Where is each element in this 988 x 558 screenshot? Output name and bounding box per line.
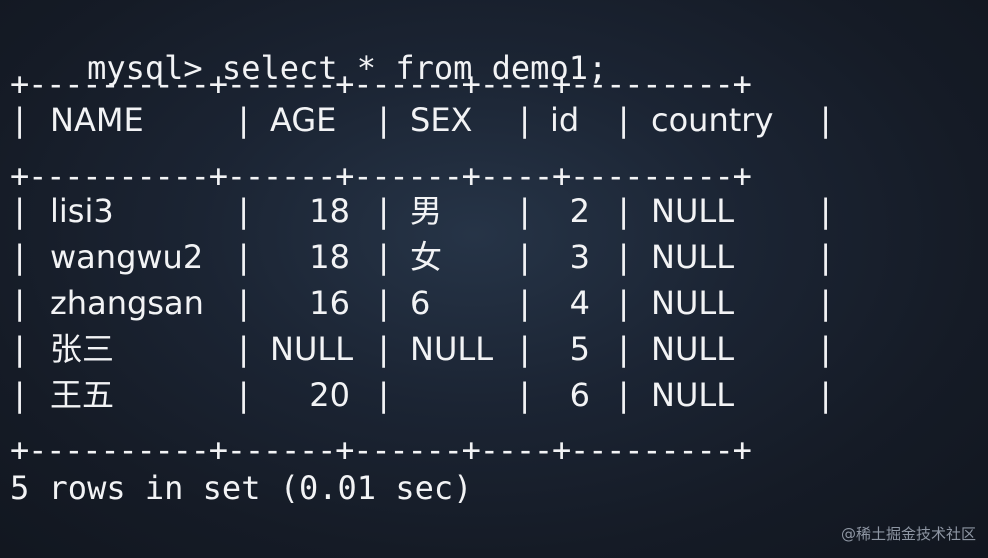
column-separator: | (816, 284, 836, 322)
cell-name: 王五 (50, 376, 115, 414)
cell-country: NULL (651, 330, 735, 368)
column-separator: | (10, 376, 30, 414)
cell-country: NULL (651, 284, 735, 322)
table-row: | 王五 | 20 | | 6 | NULL | (10, 375, 870, 415)
column-separator: | (614, 238, 634, 276)
column-separator: | (816, 330, 836, 368)
cell-age: 18 (309, 192, 350, 230)
column-separator: | (614, 101, 634, 139)
cell-name: wangwu2 (50, 238, 204, 276)
cell-country: NULL (651, 192, 735, 230)
result-summary: 5 rows in set (0.01 sec) (10, 469, 473, 507)
column-separator: | (816, 238, 836, 276)
column-separator: | (816, 192, 836, 230)
column-separator: | (234, 101, 254, 139)
column-separator: | (234, 376, 254, 414)
column-separator: | (515, 284, 535, 322)
cell-sex: 6 (410, 284, 431, 322)
header-sex: SEX (410, 101, 473, 139)
cell-id: 4 (569, 284, 590, 322)
cell-name: 张三 (50, 330, 115, 368)
column-separator: | (234, 330, 254, 368)
cell-sex: NULL (410, 330, 494, 368)
column-separator: | (374, 192, 394, 230)
cell-id: 3 (569, 238, 590, 276)
cell-id: 6 (569, 376, 590, 414)
column-separator: | (816, 376, 836, 414)
column-separator: | (614, 376, 634, 414)
header-age: AGE (270, 101, 337, 139)
table-row: | zhangsan | 16 | 6 | 4 | NULL | (10, 283, 870, 323)
cell-age: 20 (309, 376, 350, 414)
header-name: NAME (50, 101, 144, 139)
column-separator: | (10, 192, 30, 230)
column-separator: | (515, 238, 535, 276)
column-separator: | (515, 330, 535, 368)
column-separator: | (614, 192, 634, 230)
table-row: | wangwu2 | 18 | 女 | 3 | NULL | (10, 237, 870, 277)
command-line: mysql> select * from demo1; (10, 8, 607, 87)
table-border-mid: +----------+------+------+----+---------… (10, 157, 752, 195)
column-separator: | (374, 376, 394, 414)
cell-id: 5 (569, 330, 590, 368)
terminal-window[interactable]: mysql> select * from demo1; +----------+… (10, 8, 978, 550)
header-id: id (550, 101, 580, 139)
column-separator: | (515, 376, 535, 414)
cell-sex: 男 (410, 192, 443, 230)
cell-sex: 女 (410, 238, 443, 276)
table-border-top: +----------+------+------+----+---------… (10, 65, 752, 103)
column-separator: | (614, 330, 634, 368)
column-separator: | (515, 192, 535, 230)
column-separator: | (10, 101, 30, 139)
header-country: country (651, 101, 774, 139)
column-separator: | (10, 238, 30, 276)
cell-country: NULL (651, 238, 735, 276)
table-header-row: | NAME | AGE | SEX | id | country | (10, 100, 870, 140)
column-separator: | (10, 284, 30, 322)
column-separator: | (374, 238, 394, 276)
cell-name: lisi3 (50, 192, 114, 230)
column-separator: | (374, 330, 394, 368)
column-separator: | (234, 284, 254, 322)
column-separator: | (816, 101, 836, 139)
column-separator: | (234, 192, 254, 230)
column-separator: | (234, 238, 254, 276)
column-separator: | (374, 101, 394, 139)
cell-age: NULL (270, 330, 354, 368)
column-separator: | (614, 284, 634, 322)
cell-age: 18 (309, 238, 350, 276)
cell-age: 16 (309, 284, 350, 322)
cell-country: NULL (651, 376, 735, 414)
table-border-bottom: +----------+------+------+----+---------… (10, 431, 752, 469)
cell-id: 2 (569, 192, 590, 230)
cell-name: zhangsan (50, 284, 204, 322)
column-separator: | (374, 284, 394, 322)
table-row: | lisi3 | 18 | 男 | 2 | NULL | (10, 191, 870, 231)
table-row: | 张三 | NULL | NULL | 5 | NULL | (10, 329, 870, 369)
column-separator: | (10, 330, 30, 368)
column-separator: | (515, 101, 535, 139)
watermark-text: @稀土掘金技术社区 (840, 525, 976, 543)
